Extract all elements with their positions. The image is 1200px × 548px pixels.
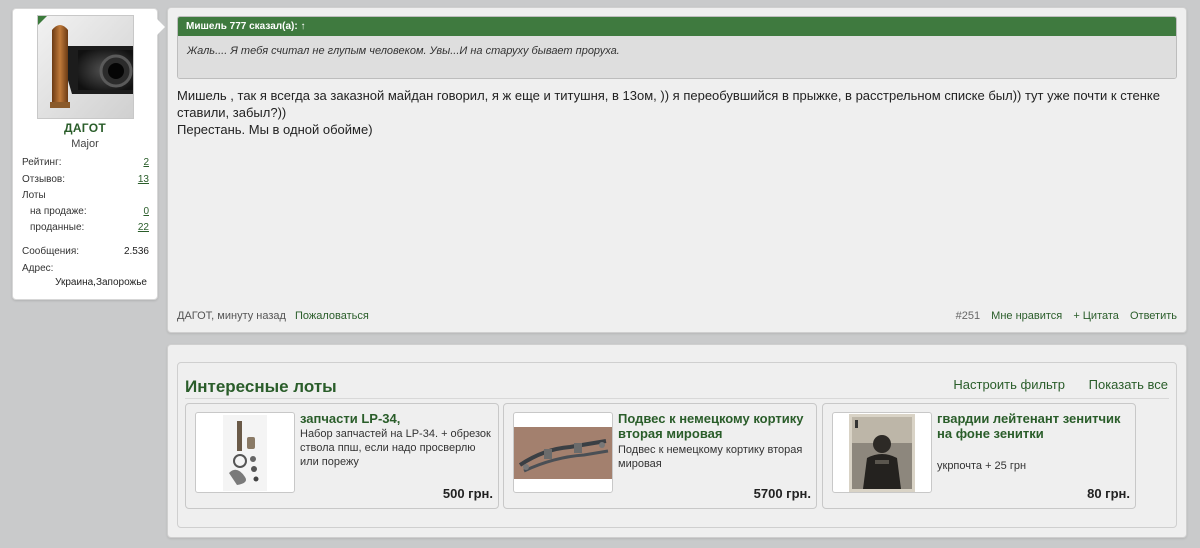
lot-image[interactable]: [195, 412, 295, 493]
stat-reviews-label: Отзывов:: [22, 174, 65, 185]
online-corner-marker: [38, 16, 47, 25]
username-link[interactable]: ДАГОТ: [13, 121, 157, 135]
lots-block: Интересные лоты Настроить фильтр Показат…: [177, 362, 1177, 528]
avatar[interactable]: [37, 15, 134, 119]
user-card: ДАГОТ Major Рейтинг: 2 Отзывов: 13 Лоты …: [12, 8, 165, 300]
lot-price: 5700 грн.: [753, 486, 811, 501]
post-actions: #251 Мне нравится + Цитата Ответить: [956, 310, 1177, 322]
stat-messages-label: Сообщения:: [22, 246, 80, 257]
stat-sold: проданные: 22: [30, 222, 149, 233]
stat-address: Адрес:: [22, 263, 149, 274]
show-all-link[interactable]: Показать все: [1089, 377, 1168, 392]
user-rank: Major: [71, 138, 99, 150]
stat-on-sale: на продаже: 0: [30, 206, 149, 217]
stat-sold-value[interactable]: 22: [138, 222, 149, 233]
post-message: Мишель , так я всегда за заказной майдан…: [177, 87, 1177, 138]
lot-card[interactable]: запчасти LP-34, Набор запчастей на LP-34…: [185, 403, 499, 509]
lots-title: Интересные лоты: [185, 377, 337, 396]
stat-address-value: Украина,Запорожье: [55, 277, 147, 288]
lot-card[interactable]: Подвес к немецкому кортику вторая мирова…: [503, 403, 817, 509]
stat-address-label: Адрес:: [22, 263, 54, 274]
quote-text: Жаль.... Я тебя считал не глупым человек…: [178, 36, 1176, 78]
quote-header[interactable]: Мишель 777 сказал(а): ↑: [178, 17, 1176, 36]
stat-rating-label: Рейтинг:: [22, 157, 62, 168]
stat-reviews-value[interactable]: 13: [138, 174, 149, 185]
post-number-link[interactable]: #251: [956, 310, 980, 322]
pistol-cartridge-icon: [38, 16, 133, 118]
quote-link[interactable]: + Цитата: [1073, 310, 1119, 322]
lot-title-link[interactable]: запчасти LP-34,: [300, 411, 492, 426]
old-photo-icon: [849, 413, 915, 492]
stat-sold-label: проданные:: [30, 222, 85, 233]
lot-image[interactable]: [832, 412, 932, 493]
lot-description: Подвес к немецкому кортику вторая мирова…: [618, 444, 803, 470]
lot-title-link[interactable]: гвардии лейтенант зенитчик на фоне зенит…: [937, 411, 1129, 441]
user-card-pointer: [157, 19, 165, 35]
lot-description: Набор запчастей на LP-34. + обрезок ство…: [300, 428, 491, 468]
stat-lots-label: Лоты: [22, 190, 46, 201]
post-author-time[interactable]: ДАГОТ, минуту назад: [177, 310, 286, 322]
lot-description: укрпочта + 25 грн: [937, 460, 1027, 472]
lots-actions: Настроить фильтр Показать все: [933, 377, 1168, 392]
reply-link[interactable]: Ответить: [1130, 310, 1177, 322]
post-message-line: Перестань. Мы в одной обойме): [177, 122, 373, 137]
like-link[interactable]: Мне нравится: [991, 310, 1062, 322]
stat-on-sale-value[interactable]: 0: [143, 206, 149, 217]
post-message-line: Мишель , так я всегда за заказной майдан…: [177, 88, 1160, 120]
lot-price: 80 грн.: [1087, 486, 1130, 501]
stat-on-sale-label: на продаже:: [30, 206, 87, 217]
stat-reviews: Отзывов: 13: [22, 174, 149, 185]
quote-block: Мишель 777 сказал(а): ↑ Жаль.... Я тебя …: [177, 16, 1177, 79]
stat-messages: Сообщения: 2.536: [22, 246, 149, 257]
lots-panel: Интересные лоты Настроить фильтр Показат…: [167, 344, 1187, 538]
lot-card[interactable]: гвардии лейтенант зенитчик на фоне зенит…: [822, 403, 1136, 509]
post: Мишель 777 сказал(а): ↑ Жаль.... Я тебя …: [167, 7, 1187, 333]
lot-image[interactable]: [513, 412, 613, 493]
stat-rating: Рейтинг: 2: [22, 157, 149, 168]
lot-price: 500 грн.: [442, 486, 493, 501]
configure-filter-link[interactable]: Настроить фильтр: [953, 377, 1065, 392]
divider: [185, 398, 1169, 399]
stat-lots: Лоты: [22, 190, 149, 201]
post-meta: ДАГОТ, минуту назад Пожаловаться: [177, 310, 369, 322]
post-footer: ДАГОТ, минуту назад Пожаловаться #251 Мн…: [177, 310, 1177, 324]
parts-photo-icon: [223, 414, 267, 491]
dagger-hanger-photo-icon: [514, 426, 612, 479]
lot-title-link[interactable]: Подвес к немецкому кортику вторая мирова…: [618, 411, 810, 441]
stat-messages-value: 2.536: [123, 246, 149, 257]
report-link[interactable]: Пожаловаться: [295, 310, 369, 322]
stat-rating-value[interactable]: 2: [143, 157, 149, 168]
